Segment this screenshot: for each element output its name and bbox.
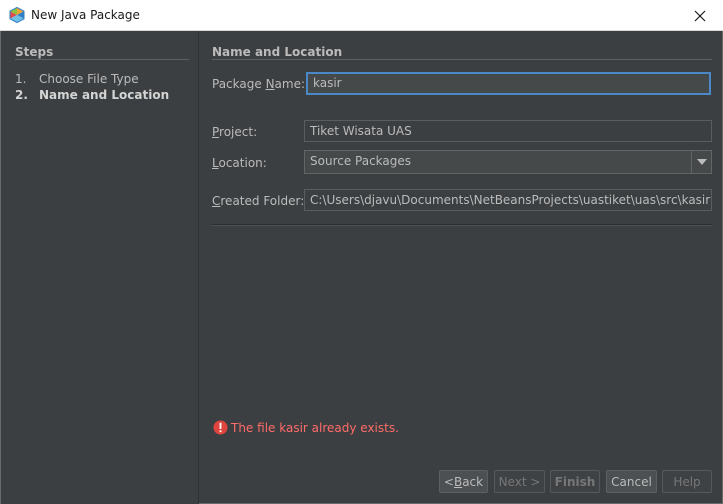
location-value: Source Packages — [310, 154, 412, 168]
chevron-down-icon[interactable] — [691, 151, 711, 173]
error-icon — [213, 420, 228, 435]
wizard-dialog: Steps 1. Choose File Type 2. Name and Loca… — [0, 31, 723, 504]
title-bar: New Java Package — [0, 0, 723, 31]
close-icon — [694, 10, 706, 21]
finish-button[interactable]: Finish — [550, 470, 600, 493]
step-number: 1. — [15, 72, 27, 86]
step-label: Choose File Type — [39, 72, 139, 86]
location-dropdown[interactable]: Source Packages — [304, 150, 712, 174]
step-label: Name and Location — [39, 88, 170, 102]
steps-panel: Steps 1. Choose File Type 2. Name and Loca… — [1, 31, 199, 504]
created-folder-label: Created Folder: — [212, 194, 305, 208]
error-text: The file kasir already exists. — [231, 420, 399, 435]
netbeans-cube-icon — [9, 7, 25, 23]
form-panel: Name and Location Package Name: kasir Pr… — [212, 31, 712, 504]
form-divider-highlight — [212, 225, 712, 226]
created-folder-field: C:\Users\djavu\Documents\NetBeansProject… — [304, 189, 712, 211]
step-choose-file-type: 1. Choose File Type — [15, 72, 139, 86]
step-name-and-location: 2. Name and Location — [15, 88, 169, 102]
error-message: The file kasir already exists. — [213, 420, 399, 435]
close-button[interactable] — [677, 0, 723, 31]
section-heading: Name and Location — [212, 45, 343, 59]
location-label: Location: — [212, 156, 267, 170]
package-name-input[interactable]: kasir — [306, 72, 711, 95]
package-name-label: Package Name: — [212, 77, 306, 91]
help-button[interactable]: Help — [662, 470, 712, 493]
window-title: New Java Package — [31, 8, 140, 22]
back-button[interactable]: < Back — [439, 470, 488, 493]
project-label: Project: — [212, 125, 258, 139]
next-button[interactable]: Next > — [494, 470, 545, 493]
section-divider — [212, 59, 712, 60]
steps-divider — [15, 59, 189, 60]
cancel-button[interactable]: Cancel — [606, 470, 657, 493]
steps-heading: Steps — [15, 45, 54, 59]
step-number: 2. — [15, 88, 28, 102]
project-field: Tiket Wisata UAS — [304, 120, 712, 142]
